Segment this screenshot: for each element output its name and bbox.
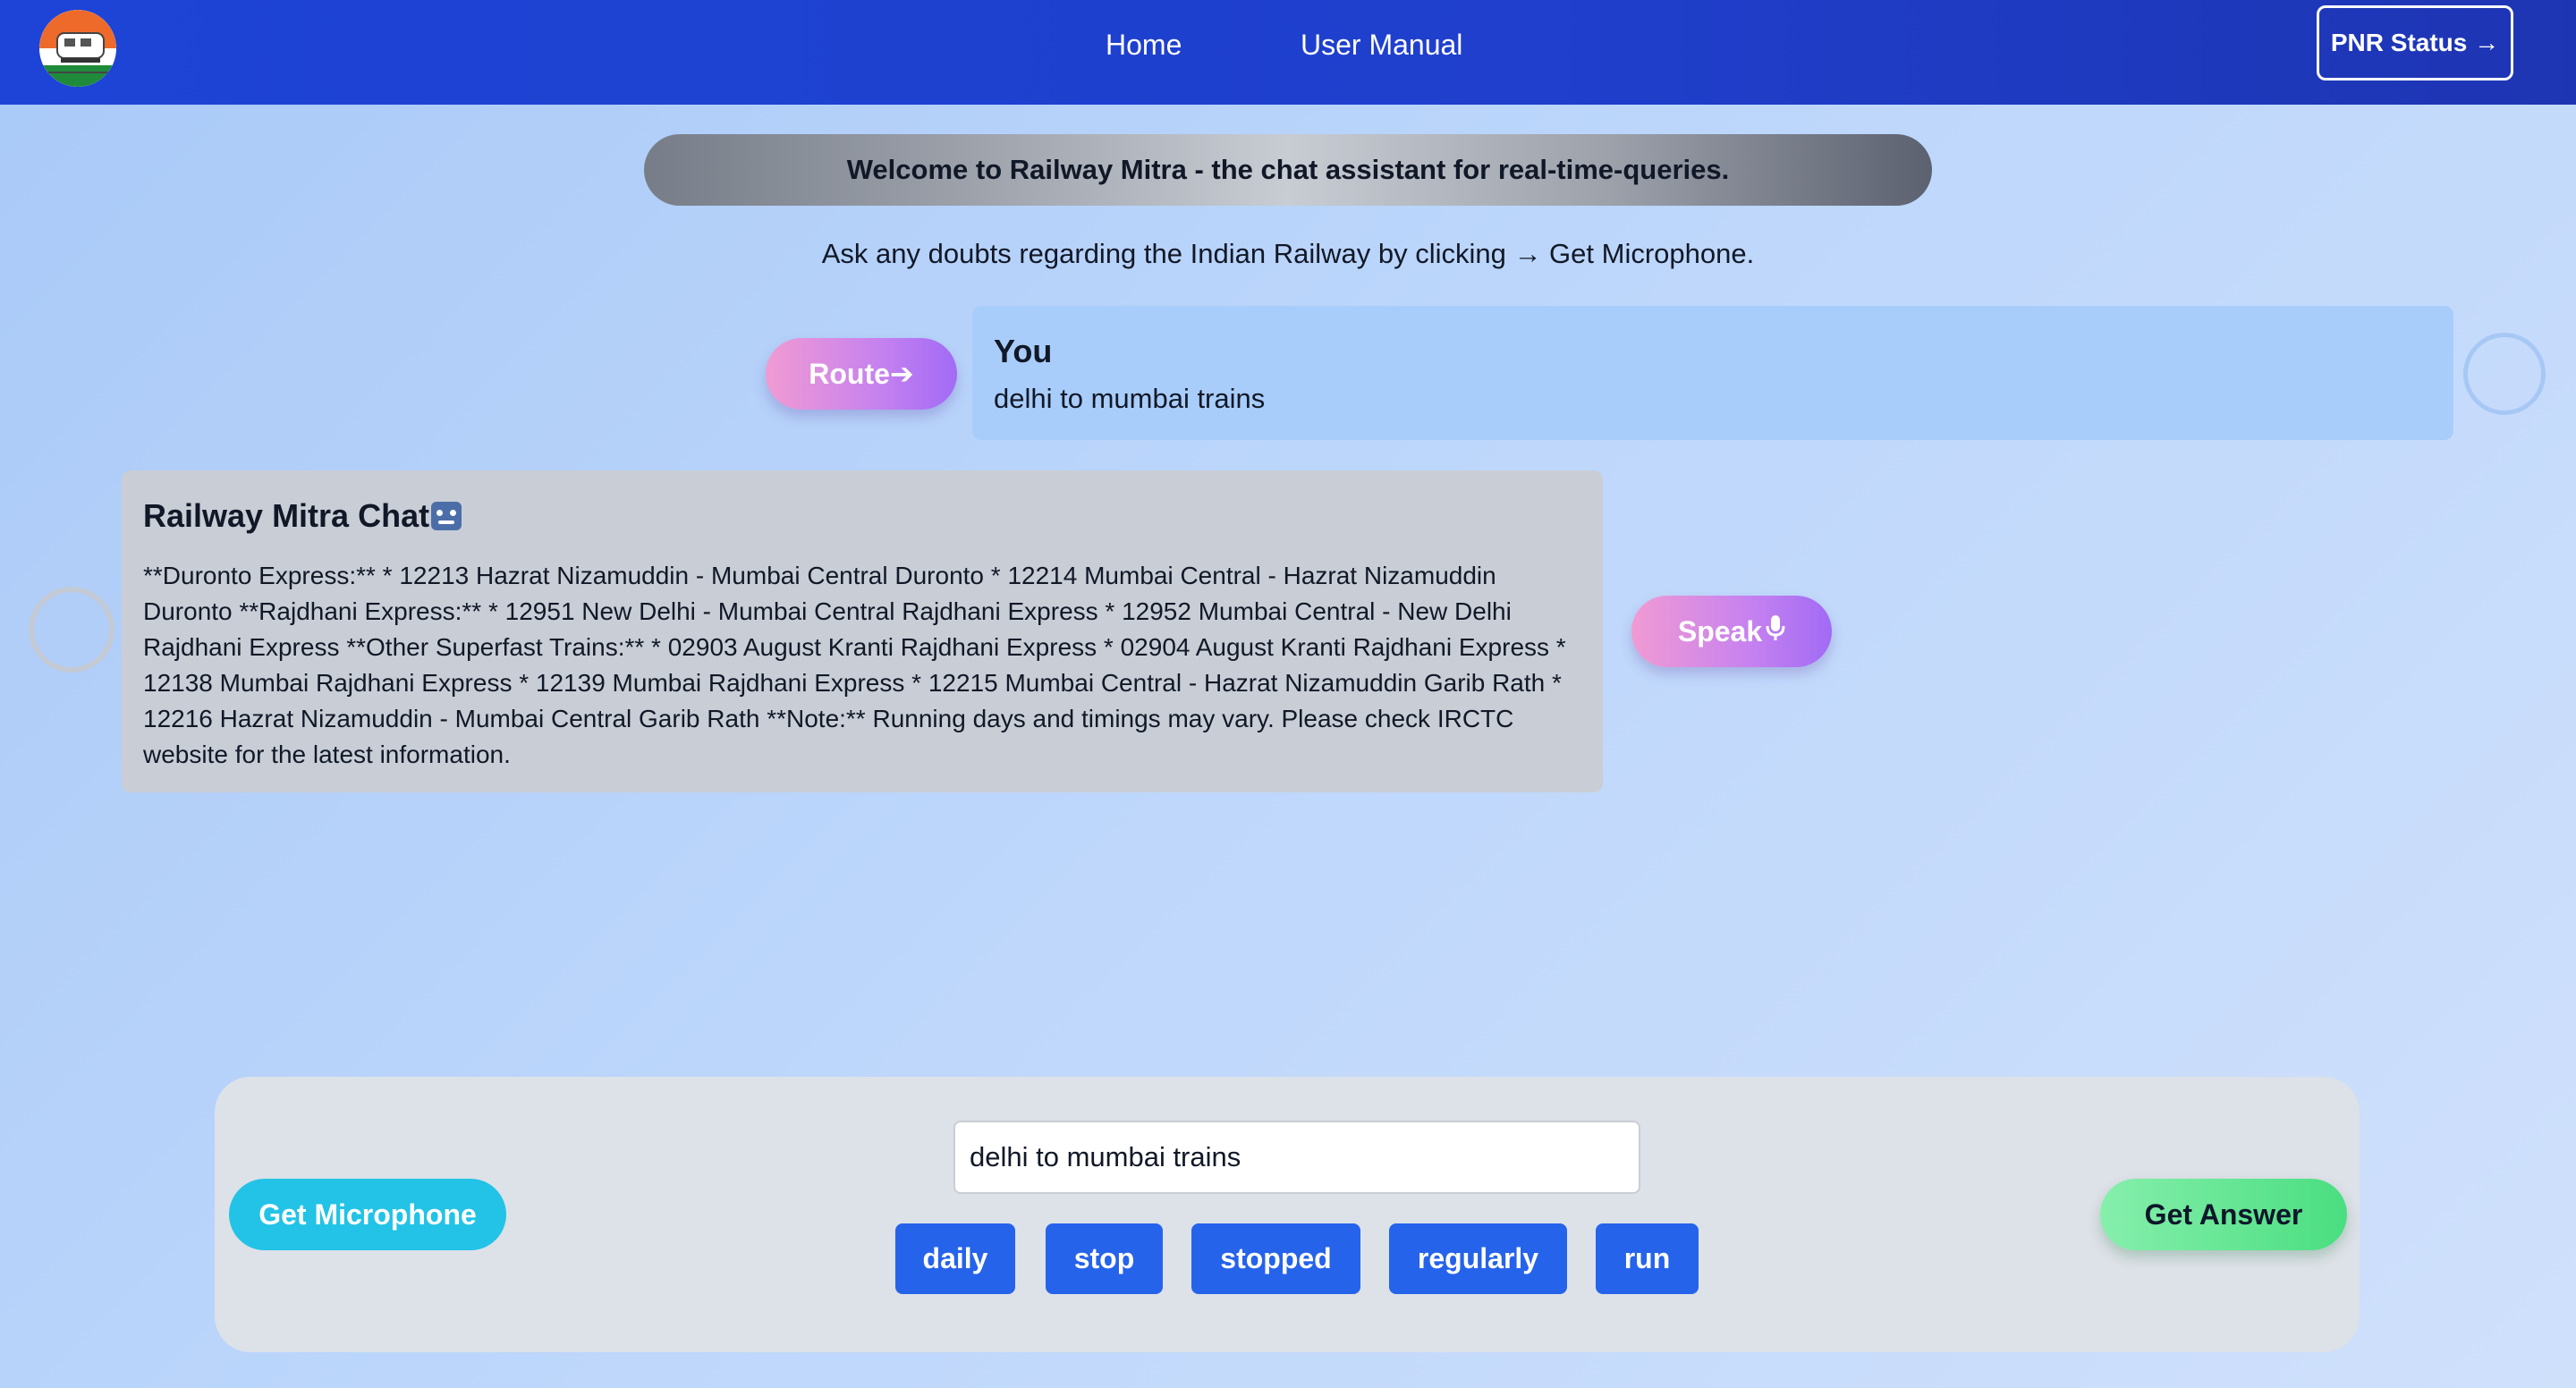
bot-message-text: **Duronto Express:** * 12213 Hazrat Niza… <box>143 562 1566 768</box>
suggestion-chip-daily[interactable]: daily <box>895 1223 1015 1294</box>
speak-button-label: Speak <box>1677 614 1763 647</box>
bot-avatar <box>29 587 114 673</box>
suggestion-chip-regularly[interactable]: regularly <box>1389 1223 1567 1294</box>
get-microphone-button[interactable]: Get Microphone <box>229 1179 506 1250</box>
get-answer-button[interactable]: Get Answer <box>2100 1179 2347 1250</box>
nav-user-manual-link[interactable]: User Manual <box>1301 29 1462 62</box>
suggestion-chip-run[interactable]: run <box>1596 1223 1699 1294</box>
user-message-text: delhi to mumbai trains <box>994 383 1266 414</box>
nav-links: Home User Manual <box>0 0 2576 105</box>
query-input[interactable] <box>953 1121 1640 1194</box>
suggestion-chip-stop[interactable]: stop <box>1046 1223 1163 1294</box>
microphone-icon <box>1766 614 1785 649</box>
nav-home-link[interactable]: Home <box>1106 29 1182 62</box>
user-avatar <box>2463 333 2546 415</box>
user-message-card: You delhi to mumbai trains <box>972 306 2453 440</box>
route-button[interactable]: Route➔ <box>766 338 957 410</box>
query-panel <box>215 1077 2360 1352</box>
robot-icon <box>431 502 462 530</box>
bot-message-title-row: Railway Mitra Chat <box>143 497 1581 535</box>
instructions-text: Ask any doubts regarding the Indian Rail… <box>821 238 1755 269</box>
welcome-banner: Welcome to Railway Mitra - the chat assi… <box>644 134 1932 206</box>
user-message-author: You <box>994 333 1053 369</box>
top-navbar: Home User Manual PNR Status → <box>0 0 2576 105</box>
speak-button[interactable]: Speak <box>1631 596 1832 667</box>
bot-message-title: Railway Mitra Chat <box>143 497 430 534</box>
pnr-status-button[interactable]: PNR Status → <box>2317 5 2513 80</box>
bot-message-card: Railway Mitra Chat **Duronto Express:** … <box>122 470 1603 792</box>
suggestion-chip-stopped[interactable]: stopped <box>1191 1223 1360 1294</box>
